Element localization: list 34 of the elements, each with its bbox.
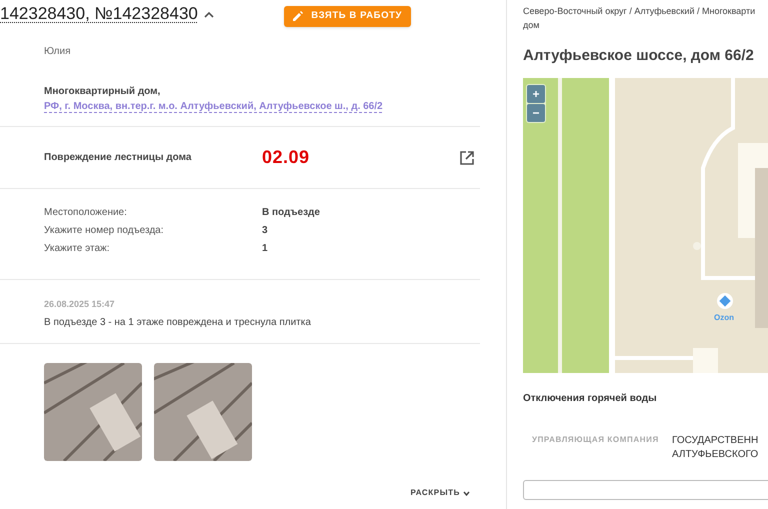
pencil-icon <box>293 11 304 21</box>
chevron-down-icon <box>463 490 470 496</box>
breadcrumb-text[interactable]: Северо-Восточный округ / Алтуфьевский / Многокварти <box>523 4 768 18</box>
photo-placeholder[interactable] <box>44 363 142 461</box>
detail-label: Укажите номер подъезда: <box>44 224 165 237</box>
company-name: АЛТУФЬЕВСКОГО <box>672 448 758 462</box>
ticket-title[interactable]: 142328430, №142328430 <box>0 1 198 27</box>
zoom-in-button[interactable]: + <box>527 84 545 102</box>
breadcrumb-text[interactable]: дом <box>523 18 768 32</box>
address-heading: Алтуфьевское шоссе, дом 66/2 <box>523 46 755 66</box>
company-label: УПРАВЛЯЮЩАЯ КОМПАНИЯ <box>532 434 660 446</box>
detail-value: 3 <box>262 224 268 237</box>
zoom-out-button[interactable]: − <box>527 104 545 122</box>
company-name: ГОСУДАРСТВЕНН <box>672 434 758 448</box>
comment-text: В подъезде 3 - на 1 этаже повреждена и треснула плитка <box>44 316 312 330</box>
detail-value: В подъезде <box>262 206 320 219</box>
address-link[interactable]: РФ, г. Москва, вн.тер.г. м.о. Алтуфьевский, Алтуфьевское ш., д. 66/2 <box>44 99 466 114</box>
map[interactable]: Ozon + − <box>523 78 768 372</box>
chevron-icon[interactable] <box>204 10 214 18</box>
category-name: Повреждение лестницы дома <box>44 151 192 165</box>
address-type: Многоквартирный дом, <box>44 85 162 99</box>
input-field[interactable] <box>523 480 768 500</box>
category-code: 02.09 <box>262 146 310 169</box>
section-title: Отключения горячей воды <box>523 392 658 406</box>
detail-label: Местоположение: <box>44 206 128 219</box>
take-to-work-button[interactable]: ВЗЯТЬ В РАБОТУ <box>284 6 411 26</box>
expand-link[interactable]: РАСКРЫТЬ <box>410 487 470 499</box>
photo-placeholder[interactable] <box>154 363 252 461</box>
comment-date: 26.08.2025 15:47 <box>44 298 116 311</box>
author-name: Юлия <box>44 45 72 59</box>
detail-value: 1 <box>262 242 268 255</box>
detail-label: Укажите этаж: <box>44 242 111 255</box>
map-label: Ozon <box>714 312 734 324</box>
external-link-icon[interactable] <box>460 150 474 164</box>
